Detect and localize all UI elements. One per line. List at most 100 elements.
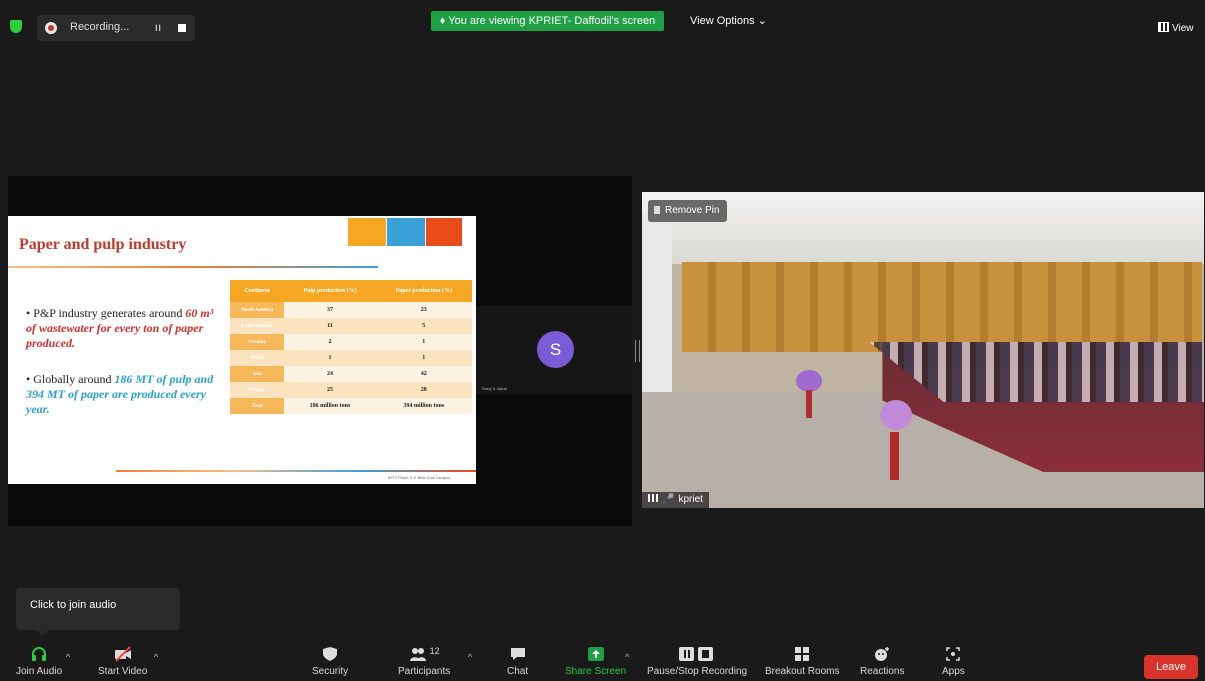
breakout-rooms-icon <box>795 647 810 661</box>
reactions-icon <box>875 647 890 661</box>
table-cell: 2 <box>284 334 376 350</box>
table-cell: 11 <box>284 318 376 334</box>
video-participant-name: kpriet <box>678 494 703 505</box>
slide-bullet: • P&P industry generates around 60 m³ of… <box>26 306 214 350</box>
table-cell: 394 million tons <box>375 398 472 414</box>
table-row: Latin America 11 5 <box>230 318 472 334</box>
video-name-tag: 🎤 kpriet <box>642 492 709 508</box>
slide-title-underline <box>8 266 378 268</box>
slide-bullet: • Globally around 186 MT of pulp and 394… <box>26 372 214 416</box>
table-row: North America 37 23 <box>230 302 472 318</box>
viewing-screen-banner: ♦ You are viewing KPRIET- Daffodil's scr… <box>431 11 664 31</box>
presentation-slide: Paper and pulp industry • P&P industry g… <box>8 216 476 484</box>
security-label: Security <box>312 666 349 677</box>
share-screen-button[interactable]: Share Screen <box>565 646 626 677</box>
start-video-button[interactable]: Start Video <box>98 646 147 677</box>
view-options-button[interactable]: View Options ⌄ <box>690 14 767 27</box>
view-layout-label: View <box>1172 23 1194 34</box>
slide-title: Paper and pulp industry <box>19 236 187 253</box>
table-cell: 42 <box>375 366 472 382</box>
encryption-shield-icon[interactable] <box>10 20 22 33</box>
view-layout-button[interactable]: View <box>1158 22 1194 34</box>
resize-handle[interactable] <box>635 340 640 362</box>
table-cell: Oceania <box>230 334 285 350</box>
reactions-label: Reactions <box>860 666 905 677</box>
slide-footer-text: BITS Pilani, K K Birla Goa Campus <box>388 475 451 480</box>
table-row: Africa 1 1 <box>230 350 472 366</box>
table-cell: Asia <box>230 366 285 382</box>
apps-button[interactable]: Apps <box>942 646 965 677</box>
leave-button[interactable]: Leave <box>1144 655 1198 679</box>
tooltip-text: Click to join audio <box>30 599 117 611</box>
table-header-row: Continent Pulp production (%) Paper prod… <box>230 280 472 302</box>
headphones-icon <box>32 647 47 661</box>
table-header-cell: Pulp production (%) <box>284 280 376 302</box>
pause-stop-recording-label: Pause/Stop Recording <box>647 666 748 677</box>
table-cell: 28 <box>375 382 472 398</box>
chat-label: Chat <box>507 666 529 677</box>
shield-icon <box>323 647 338 661</box>
breakout-rooms-label: Breakout Rooms <box>765 666 840 677</box>
table-row: Total 186 million tons 394 million tons <box>230 398 472 414</box>
video-vase <box>806 390 812 418</box>
pinned-video-tile[interactable]: Remove Pin 🎤 kpriet <box>642 192 1204 508</box>
remove-pin-label: Remove Pin <box>665 205 720 216</box>
table-row: Europe 25 28 <box>230 382 472 398</box>
video-off-icon <box>114 646 131 662</box>
screen-share-icon: ♦ <box>439 15 446 27</box>
chat-button[interactable]: Chat <box>507 646 528 677</box>
table-header-cell: Paper production (%) <box>375 280 472 302</box>
remove-pin-button[interactable]: Remove Pin <box>648 200 728 222</box>
participants-button[interactable]: 12 Participants <box>398 646 450 677</box>
table-cell: Total <box>230 398 285 414</box>
slide-logo-block <box>426 218 462 246</box>
pause-stop-icon <box>677 646 717 662</box>
video-flowers <box>880 400 912 430</box>
start-video-label: Start Video <box>98 666 148 677</box>
table-cell: 1 <box>375 350 472 366</box>
video-vase <box>890 432 899 480</box>
pause-stop-recording-button[interactable]: Pause/Stop Recording <box>647 646 747 677</box>
table-cell: 24 <box>284 366 376 382</box>
muted-mic-icon: 🎤 <box>662 494 675 505</box>
join-audio-label: Join Audio <box>16 666 63 677</box>
table-cell: Latin America <box>230 318 285 334</box>
slide-footer-line <box>116 470 476 472</box>
table-cell: 37 <box>284 302 376 318</box>
recording-label: Recording... <box>70 21 130 33</box>
avatar: S <box>537 331 574 368</box>
viewing-banner-text: You are viewing KPRIET- Daffodil's scree… <box>448 15 656 27</box>
audio-options-caret[interactable]: ^ <box>66 652 70 662</box>
participants-options-caret[interactable]: ^ <box>468 652 472 662</box>
chevron-down-icon: ⌄ <box>757 15 767 27</box>
table-cell: 186 million tons <box>284 398 376 414</box>
share-screen-label: Share Screen <box>565 666 627 677</box>
table-row: Oceania 2 1 <box>230 334 472 350</box>
recording-indicator: Recording... II <box>37 15 195 41</box>
breakout-rooms-button[interactable]: Breakout Rooms <box>765 646 839 677</box>
slide-logo-block <box>387 218 425 246</box>
participant-name: Saroj S. Baral <box>482 386 507 391</box>
pause-recording-icon[interactable]: II <box>155 23 162 33</box>
join-audio-tooltip: Click to join audio <box>16 588 180 636</box>
join-audio-button[interactable]: Join Audio <box>16 646 62 677</box>
table-cell: 1 <box>284 350 376 366</box>
share-options-caret[interactable]: ^ <box>625 652 629 662</box>
table-row: Asia 24 42 <box>230 366 472 382</box>
table-cell: 25 <box>284 382 376 398</box>
participants-icon: 12 <box>404 646 444 662</box>
video-options-caret[interactable]: ^ <box>154 652 158 662</box>
table-cell: North America <box>230 302 285 318</box>
table-cell: Africa <box>230 350 285 366</box>
reactions-button[interactable]: Reactions <box>860 646 904 677</box>
signal-strength-icon <box>648 494 658 502</box>
table-header-cell: Continent <box>230 280 285 302</box>
recording-cloud-icon <box>45 22 57 34</box>
security-button[interactable]: Security <box>312 646 348 677</box>
stop-recording-icon[interactable] <box>178 24 186 32</box>
pin-icon <box>654 206 660 214</box>
table-cell: 5 <box>375 318 472 334</box>
table-cell: Europe <box>230 382 285 398</box>
view-options-label: View Options <box>690 15 755 27</box>
share-screen-icon <box>587 647 604 661</box>
